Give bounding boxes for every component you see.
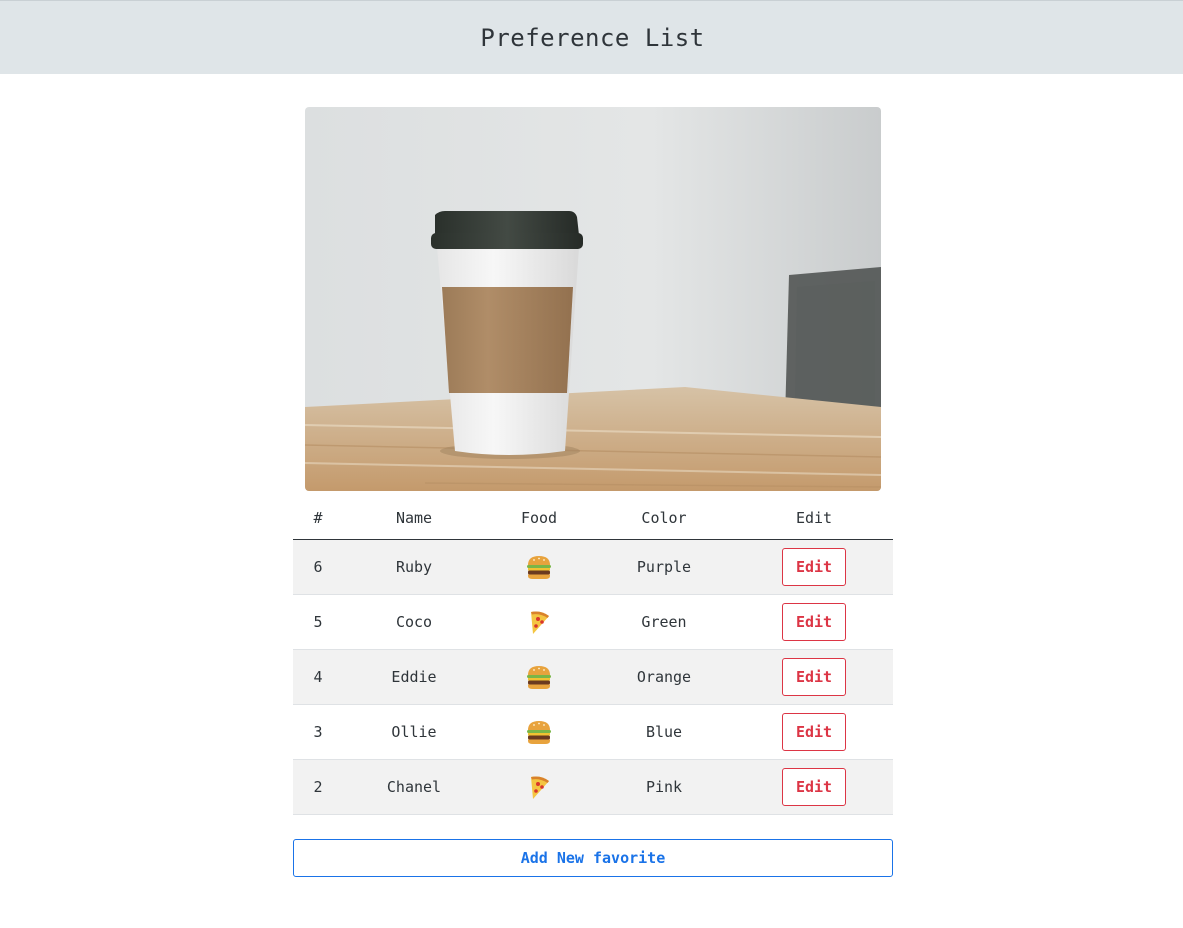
row-name: Eddie xyxy=(343,649,485,705)
edit-button[interactable]: Edit xyxy=(782,713,846,751)
edit-button[interactable]: Edit xyxy=(782,768,846,806)
row-color: Orange xyxy=(593,649,735,705)
preferences-table: # Name Food Color Edit 6 Ruby Purple Edi… xyxy=(293,497,893,815)
edit-cell: Edit xyxy=(735,704,893,760)
pizza-icon xyxy=(531,776,549,799)
edit-cell: Edit xyxy=(735,759,893,815)
row-number: 3 xyxy=(293,704,343,760)
row-color: Green xyxy=(593,594,735,650)
row-color: Blue xyxy=(593,704,735,760)
food-cell xyxy=(485,759,593,815)
row-name: Ollie xyxy=(343,704,485,760)
row-number: 4 xyxy=(293,649,343,705)
edit-cell: Edit xyxy=(735,594,893,650)
row-name: Coco xyxy=(343,594,485,650)
row-number: 2 xyxy=(293,759,343,815)
column-header-number: # xyxy=(293,497,343,540)
table-row: 3 Ollie Blue Edit xyxy=(293,704,893,760)
row-number: 6 xyxy=(293,539,343,595)
burger-icon xyxy=(527,666,551,689)
column-header-edit: Edit xyxy=(735,497,893,540)
table-row: 6 Ruby Purple Edit xyxy=(293,539,893,595)
food-cell xyxy=(485,594,593,650)
table-row: 4 Eddie Orange Edit xyxy=(293,649,893,705)
row-name: Ruby xyxy=(343,539,485,595)
burger-icon xyxy=(527,556,551,579)
food-cell xyxy=(485,704,593,760)
edit-cell: Edit xyxy=(735,649,893,705)
table-row: 2 Chanel Pink Edit xyxy=(293,759,893,815)
food-cell xyxy=(485,649,593,705)
row-color: Purple xyxy=(593,539,735,595)
burger-icon xyxy=(527,721,551,744)
table-header-row: # Name Food Color Edit xyxy=(293,497,893,540)
page-title: Preference List xyxy=(480,23,705,52)
coffee-cup-photo xyxy=(305,107,881,491)
pizza-icon xyxy=(531,611,549,634)
edit-button[interactable]: Edit xyxy=(782,548,846,586)
column-header-food: Food xyxy=(485,497,593,540)
edit-button[interactable]: Edit xyxy=(782,603,846,641)
edit-cell: Edit xyxy=(735,539,893,595)
column-header-color: Color xyxy=(593,497,735,540)
row-color: Pink xyxy=(593,759,735,815)
table-row: 5 Coco Green Edit xyxy=(293,594,893,650)
food-cell xyxy=(485,539,593,595)
row-name: Chanel xyxy=(343,759,485,815)
edit-button[interactable]: Edit xyxy=(782,658,846,696)
row-number: 5 xyxy=(293,594,343,650)
add-new-favorite-button[interactable]: Add New favorite xyxy=(293,839,893,877)
column-header-name: Name xyxy=(343,497,485,540)
page-header: Preference List xyxy=(0,0,1183,74)
